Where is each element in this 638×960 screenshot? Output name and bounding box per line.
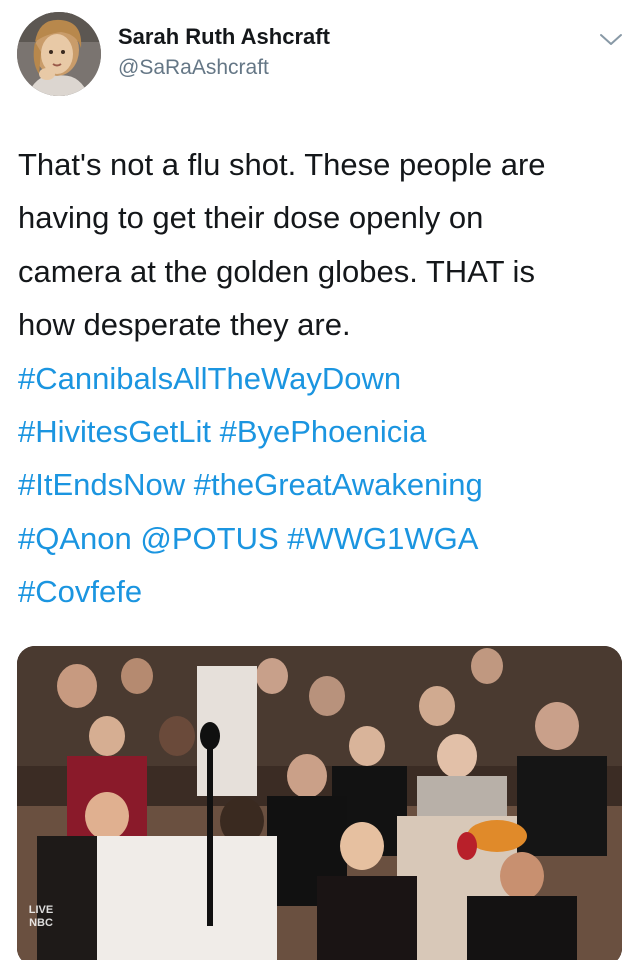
tweet-line: having to get their dose openly on <box>18 191 623 244</box>
tweet-text-segment: camera at the golden globes. THAT is <box>18 253 535 289</box>
tweet-text-segment: how desperate they are. <box>18 307 351 343</box>
hashtag-link[interactable]: #HivitesGetLit <box>18 414 211 449</box>
author-name[interactable]: Sarah Ruth Ashcraft <box>118 24 330 50</box>
hashtag-link[interactable]: #ItEndsNow <box>18 467 185 502</box>
hashtag-link[interactable]: #QAnon <box>18 521 132 556</box>
live-label: LIVE <box>28 904 54 916</box>
tweet-text: That's not a flu shot. These people are h… <box>18 138 623 619</box>
tweet-line: That's not a flu shot. These people are <box>18 138 623 191</box>
tweet-line: #ItEndsNow #theGreatAwakening <box>18 458 623 511</box>
network-label: NBC <box>29 917 53 929</box>
author-handle[interactable]: @SaRaAshcraft <box>118 56 269 80</box>
tweet-line: #QAnon @POTUS #WWG1WGA <box>18 512 623 565</box>
live-bug: LIVE NBC <box>24 904 58 930</box>
tweet-line: how desperate they are. <box>18 298 623 351</box>
tweet-line: #Covfefe <box>18 565 623 618</box>
hashtag-link[interactable]: #CannibalsAllTheWayDown <box>18 361 401 396</box>
hashtag-link[interactable]: #theGreatAwakening <box>194 467 483 502</box>
tweet-text-segment: having to get their dose openly on <box>18 200 484 236</box>
hashtag-link[interactable]: #Covfefe <box>18 574 142 609</box>
tweet-media[interactable] <box>17 646 622 960</box>
tweet-line: #HivitesGetLit #ByePhoenicia <box>18 405 623 458</box>
mention-link[interactable]: @POTUS <box>140 521 278 556</box>
tweet-line: #CannibalsAllTheWayDown <box>18 352 623 405</box>
hashtag-link[interactable]: #WWG1WGA <box>287 521 478 556</box>
tweet-line: camera at the golden globes. THAT is <box>18 245 623 298</box>
hashtag-link[interactable]: #ByePhoenicia <box>220 414 427 449</box>
tweet-text-segment: That's not a flu shot. These people are <box>18 147 546 182</box>
chevron-down-icon[interactable] <box>598 30 624 50</box>
tweet-card: Sarah Ruth Ashcraft @SaRaAshcraft That's… <box>0 0 638 960</box>
avatar[interactable] <box>17 12 101 96</box>
